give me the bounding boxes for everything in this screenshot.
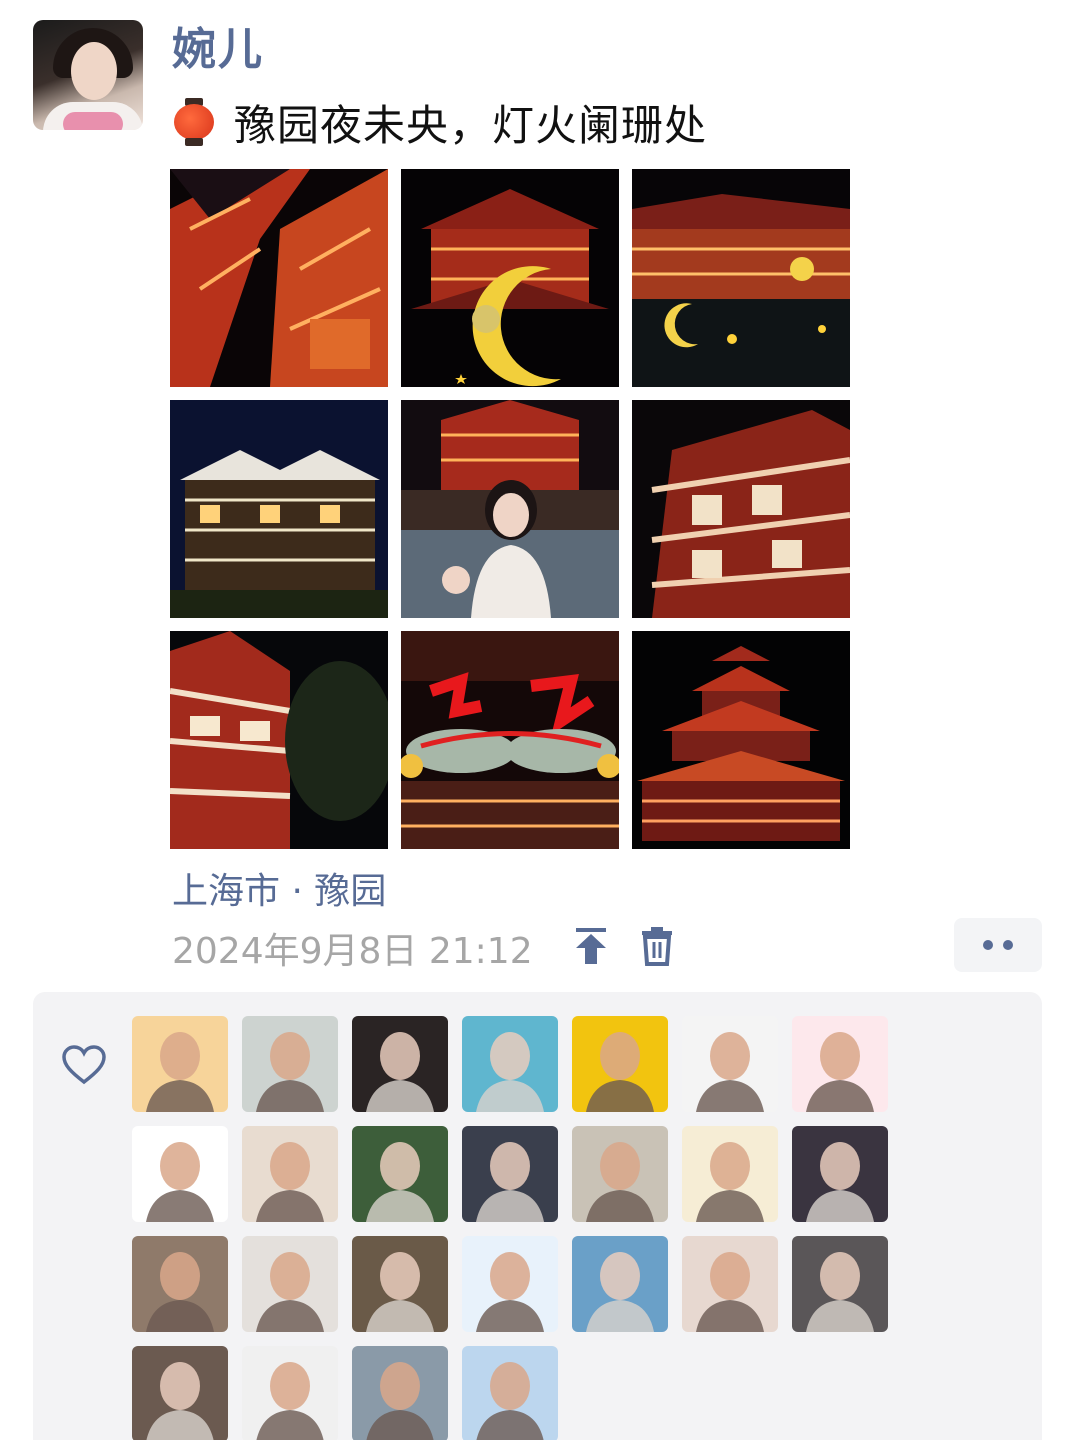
liker-avatar[interactable]	[352, 1016, 448, 1112]
likes-panel	[33, 992, 1042, 1440]
location-link[interactable]: 上海市 · 豫园	[172, 862, 386, 914]
more-button[interactable]	[954, 918, 1042, 972]
author-name[interactable]: 婉儿	[172, 22, 264, 78]
liker-avatar[interactable]	[242, 1236, 338, 1332]
liker-avatar[interactable]	[132, 1126, 228, 1222]
liker-avatar[interactable]	[462, 1236, 558, 1332]
author-avatar[interactable]	[33, 20, 143, 130]
liker-avatar[interactable]	[352, 1236, 448, 1332]
liker-avatar[interactable]	[352, 1346, 448, 1440]
liker-avatar[interactable]	[242, 1126, 338, 1222]
liker-avatar[interactable]	[462, 1016, 558, 1112]
post-caption: 豫园夜未央，灯火阑珊处	[234, 100, 708, 150]
liker-avatar[interactable]	[462, 1126, 558, 1222]
liker-avatar[interactable]	[132, 1016, 228, 1112]
post-timestamp: 2024年9月8日 21:12	[172, 931, 533, 972]
liker-avatar[interactable]	[792, 1236, 888, 1332]
liker-avatar[interactable]	[462, 1346, 558, 1440]
pin-to-top-icon[interactable]	[572, 926, 610, 966]
liker-avatar[interactable]	[352, 1126, 448, 1222]
liker-avatar[interactable]	[242, 1346, 338, 1440]
photo-8[interactable]	[401, 631, 619, 849]
photo-9[interactable]	[632, 631, 850, 849]
caption-row: 豫园夜未央，灯火阑珊处	[172, 92, 707, 152]
liker-avatar[interactable]	[572, 1126, 668, 1222]
photo-grid	[170, 169, 850, 849]
liker-avatar[interactable]	[242, 1016, 338, 1112]
photo-3[interactable]	[632, 169, 850, 387]
liker-avatar[interactable]	[572, 1016, 668, 1112]
liker-avatar[interactable]	[132, 1236, 228, 1332]
photo-1[interactable]	[170, 169, 388, 387]
liker-avatar[interactable]	[572, 1236, 668, 1332]
photo-6[interactable]	[632, 400, 850, 618]
trash-icon[interactable]	[638, 926, 676, 966]
photo-5[interactable]	[401, 400, 619, 618]
photo-4[interactable]	[170, 400, 388, 618]
lantern-icon	[172, 96, 216, 148]
liker-avatar[interactable]	[792, 1126, 888, 1222]
liker-avatar[interactable]	[682, 1126, 778, 1222]
liker-avatar[interactable]	[682, 1236, 778, 1332]
photo-7[interactable]	[170, 631, 388, 849]
more-icon	[983, 940, 993, 950]
liker-avatar[interactable]	[682, 1016, 778, 1112]
photo-2[interactable]	[401, 169, 619, 387]
liker-avatar[interactable]	[792, 1016, 888, 1112]
liker-avatar[interactable]	[132, 1346, 228, 1440]
heart-icon[interactable]	[61, 1044, 107, 1086]
